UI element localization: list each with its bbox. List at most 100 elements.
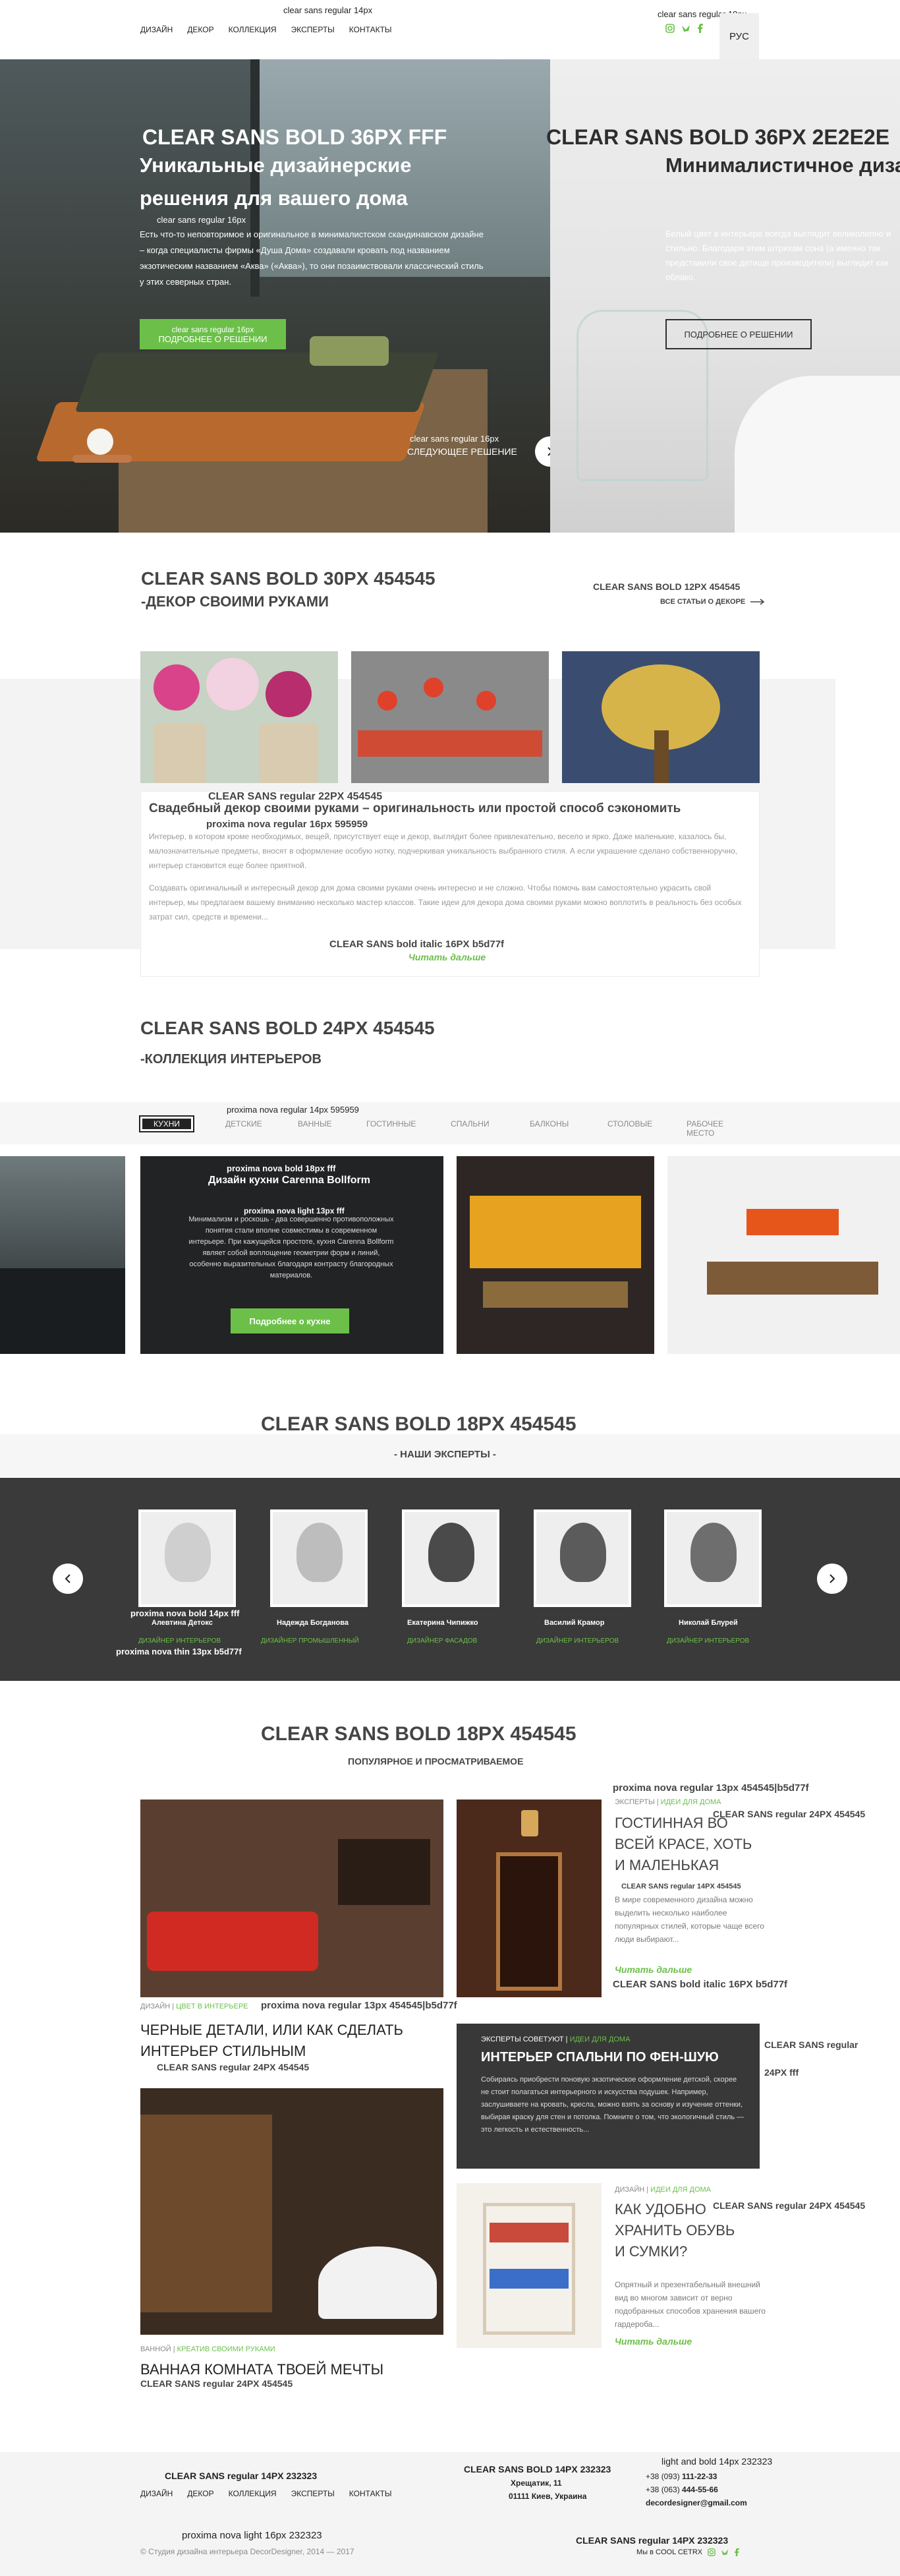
footer-nav-experts[interactable]: ЭКСПЕРТЫ (291, 2489, 335, 2498)
font-note: proxima nova bold 18px fff (227, 1163, 336, 1173)
article-title[interactable]: КАК УДОБНО ХРАНИТЬ ОБУВЬ И СУМКИ? (615, 2199, 746, 2262)
phone-prefix: +38 (063) (646, 2485, 680, 2494)
arrow-right-icon (750, 599, 765, 605)
twitter-icon[interactable] (681, 24, 690, 33)
collection-card-button[interactable]: Подробнее о кухне (231, 1308, 349, 1333)
collection-image-yellow-kitchen[interactable] (457, 1156, 654, 1354)
tab-kitchens[interactable]: КУХНИ (139, 1115, 194, 1132)
main-nav: ДИЗАЙН ДЕКОР КОЛЛЕКЦИЯ ЭКСПЕРТЫ КОНТАКТЫ (140, 25, 407, 34)
category-label[interactable]: ДИЗАЙН (615, 2186, 644, 2194)
font-note: clear sans regular 16px (157, 215, 246, 225)
next-slide-label[interactable]: СЛЕДУЮЩЕЕ РЕШЕНИЕ (407, 446, 517, 457)
footer-phone-2[interactable]: +38 (063) 444-55-66 (646, 2485, 718, 2494)
popular-image-shelves[interactable] (457, 2183, 602, 2348)
expert-card[interactable] (270, 1509, 368, 1607)
footer-email[interactable]: decordesigner@gmail.com (646, 2498, 747, 2507)
facebook-icon[interactable] (734, 2548, 740, 2556)
facebook-icon[interactable] (697, 24, 704, 33)
footer-made-by[interactable]: Мы в COOL CETRX (636, 2548, 702, 2556)
footer-nav-decor[interactable]: ДЕКОР (187, 2489, 213, 2498)
article-title[interactable]: ЧЕРНЫЕ ДЕТАЛИ, ИЛИ КАК СДЕЛАТЬ ИНТЕРЬЕР … (140, 2020, 417, 2062)
nav-item-design[interactable]: ДИЗАЙН (140, 25, 173, 34)
font-note: clear sans regular 14px (283, 5, 373, 15)
article-category: ЭКСПЕРТЫ | ИДЕИ ДЛЯ ДОМА (615, 1798, 721, 1806)
category-sub[interactable]: КРЕАТИВ СВОИМИ РУКАМИ (177, 2345, 275, 2353)
decor-image-flowers[interactable] (140, 651, 338, 783)
footer-nav-contacts[interactable]: КОНТАКТЫ (349, 2489, 392, 2498)
category-sub[interactable]: ИДЕИ ДЛЯ ДОМА (661, 1798, 721, 1806)
footer-phone-1[interactable]: +38 (093) 111-22-33 (646, 2472, 717, 2481)
article-category: ДИЗАЙН | ИДЕИ ДЛЯ ДОМА (615, 2186, 712, 2194)
collection-image-dark-kitchen[interactable] (0, 1156, 125, 1354)
avatar (296, 1523, 343, 1582)
font-note: CLEAR SANS regular 14PX 232323 (165, 2471, 318, 2481)
avatar (428, 1523, 474, 1582)
category-sub[interactable]: ИДЕИ ДЛЯ ДОМА (570, 2035, 631, 2043)
category-label[interactable]: ВАННОЙ (140, 2345, 171, 2353)
language-switch[interactable]: РУС (719, 13, 759, 59)
hero-right-more-button[interactable]: ПОДРОБНЕЕ О РЕШЕНИИ (665, 319, 812, 349)
expert-name: Екатерина Чипижко (407, 1619, 478, 1627)
nav-item-collection[interactable]: КОЛЛЕКЦИЯ (229, 25, 277, 34)
avatar (165, 1523, 211, 1582)
hero-title: Уникальные дизайнерские решения для ваше… (140, 154, 412, 210)
instagram-icon[interactable] (708, 2548, 716, 2556)
collection-card-button-label: Подробнее о кухне (249, 1316, 331, 1326)
expert-role: ДИЗАЙНЕР ИНТЕРЬЕРОВ (667, 1637, 750, 1645)
category-label[interactable]: ЭКСПЕРТЫ СОВЕТУЮТ (481, 2035, 564, 2043)
expert-card[interactable] (138, 1509, 236, 1607)
font-note: 24PX fff (764, 2067, 799, 2078)
expert-role: ДИЗАЙНЕР ИНТЕРЬЕРОВ (536, 1637, 619, 1645)
experts-next-button[interactable] (817, 1564, 847, 1594)
font-note: CLEAR SANS BOLD 36PX FFF (142, 125, 447, 149)
footer-nav-collection[interactable]: КОЛЛЕКЦИЯ (229, 2489, 277, 2498)
experts-prev-button[interactable] (53, 1564, 83, 1594)
nav-item-contacts[interactable]: КОНТАКТЫ (349, 25, 392, 34)
twitter-icon[interactable] (721, 2548, 729, 2556)
decor-all-link[interactable]: ВСЕ СТАТЬИ О ДЕКОРЕ (660, 598, 765, 606)
article-category: ДИЗАЙН | ЦВЕТ В ИНТЕРЬЕРЕ (140, 2003, 248, 2010)
language-label: РУС (729, 30, 750, 42)
article-read-more[interactable]: Читать дальше (615, 1964, 692, 1975)
tab-balconies[interactable]: БАЛКОНЫ (530, 1119, 569, 1128)
tab-kids[interactable]: ДЕТСКИЕ (225, 1119, 262, 1128)
experts-title: - НАШИ ЭКСПЕРТЫ - (394, 1449, 496, 1460)
article-title[interactable]: ВАННАЯ КОМНАТА ТВОЕЙ МЕЧТЫ (140, 2361, 383, 2378)
footer-nav-design[interactable]: ДИЗАЙН (140, 2489, 173, 2498)
popular-image-living[interactable] (140, 1800, 443, 1997)
popular-image-bathroom[interactable] (140, 2088, 443, 2335)
tab-workspace[interactable]: РАБОЧЕЕ МЕСТО (687, 1119, 723, 1138)
books (490, 2223, 569, 2242)
decor-image-vases[interactable] (351, 651, 549, 783)
article-title[interactable]: ИНТЕРЬЕР СПАЛЬНИ ПО ФЕН-ШУЮ (481, 2050, 719, 2065)
font-note: CLEAR SANS regular (764, 2039, 858, 2050)
vase-row (358, 730, 542, 757)
expert-card[interactable] (534, 1509, 631, 1607)
tab-bathrooms[interactable]: ВАННЫЕ (298, 1119, 332, 1128)
nav-item-decor[interactable]: ДЕКОР (187, 25, 213, 34)
nav-item-experts[interactable]: ЭКСПЕРТЫ (291, 25, 335, 34)
expert-card[interactable] (664, 1509, 762, 1607)
instagram-icon[interactable] (665, 24, 675, 33)
expert-card[interactable] (402, 1509, 499, 1607)
category-label[interactable]: ЭКСПЕРТЫ (615, 1798, 655, 1806)
category-sub[interactable]: ИДЕИ ДЛЯ ДОМА (650, 2186, 711, 2194)
article-read-more[interactable]: Читать дальше (615, 2336, 692, 2347)
font-note: CLEAR SANS BOLD 12PX 454545 (593, 581, 741, 592)
collection-image-white-kitchen[interactable] (667, 1156, 900, 1354)
tab-dining[interactable]: СТОЛОВЫЕ (607, 1119, 652, 1128)
decor-image-tree-art[interactable] (562, 651, 760, 783)
door (496, 1852, 562, 1991)
decor-article-title[interactable]: Свадебный декор своими руками – оригинал… (149, 802, 681, 816)
category-label[interactable]: ДИЗАЙН (140, 2003, 170, 2010)
category-sub[interactable]: ЦВЕТ В ИНТЕРЬЕРЕ (176, 2003, 248, 2010)
wood-wall (140, 2115, 272, 2312)
hero-more-button[interactable]: clear sans regular 16px ПОДРОБНЕЕ О РЕШЕ… (140, 319, 286, 349)
tab-living[interactable]: ГОСТИННЫЕ (366, 1119, 416, 1128)
popular-image-hall[interactable] (457, 1800, 602, 1997)
decor-read-more[interactable]: Читать дальше (408, 952, 486, 962)
article-title[interactable]: ГОСТИННАЯ ВО ВСЕЙ КРАСЕ, ХОТЬ И МАЛЕНЬКА… (615, 1813, 766, 1876)
popular-title: ПОПУЛЯРНОЕ И ПРОСМАТРИВАЕМОЕ (348, 1756, 524, 1767)
tab-bedrooms[interactable]: СПАЛЬНИ (451, 1119, 490, 1128)
font-note: CLEAR SANS BOLD 18PX 454545 (261, 1413, 577, 1435)
